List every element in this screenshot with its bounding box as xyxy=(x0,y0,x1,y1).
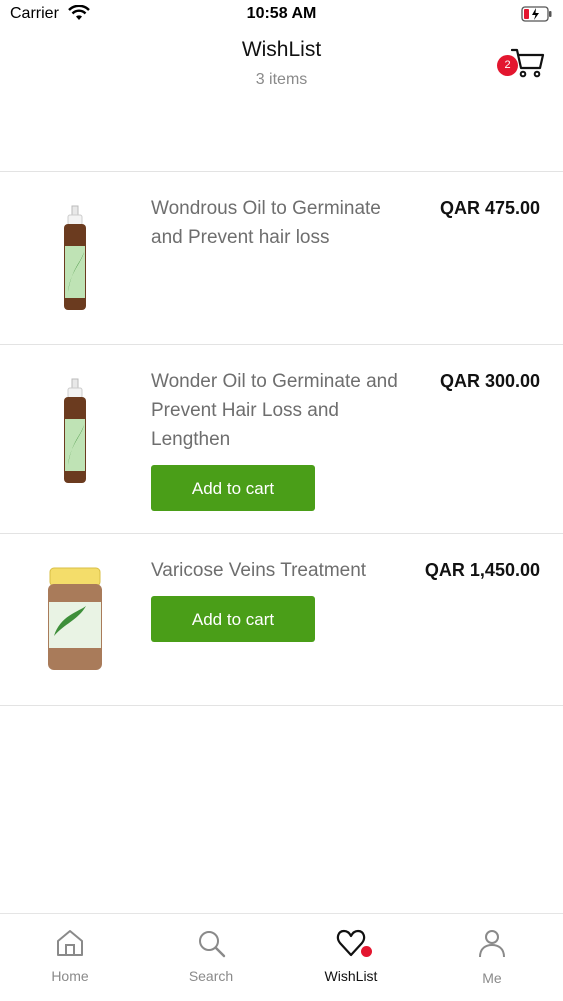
product-price: QAR 1,450.00 xyxy=(424,560,540,580)
add-to-cart-button[interactable]: Add to cart xyxy=(151,596,315,642)
product-name[interactable]: Wonder Oil to Germinate and Prevent Hair… xyxy=(151,367,416,454)
product-name[interactable]: Varicose Veins Treatment xyxy=(151,556,416,585)
person-icon xyxy=(479,930,505,958)
tab-label: Home xyxy=(51,968,89,984)
wishlist-item[interactable]: Varicose Veins Treatment QAR 1,450.00 Ad… xyxy=(0,534,563,706)
tab-label: Me xyxy=(482,970,502,986)
tab-label: WishList xyxy=(324,968,378,984)
status-time: 10:58 AM xyxy=(246,5,317,22)
product-price: QAR 300.00 xyxy=(439,371,540,391)
search-icon xyxy=(199,931,226,958)
divider xyxy=(0,705,563,706)
product-image[interactable] xyxy=(30,375,120,487)
product-image[interactable] xyxy=(30,202,120,314)
home-icon xyxy=(57,930,83,956)
add-to-cart-button[interactable]: Add to cart xyxy=(151,465,315,511)
status-bar: Carrier 10:58 AM xyxy=(0,0,563,30)
battery-icon xyxy=(521,6,553,27)
page-title: WishList xyxy=(241,38,322,61)
wishlist-item[interactable]: Wondrous Oil to Germinate and Prevent ha… xyxy=(0,172,563,344)
wishlist-item[interactable]: Wonder Oil to Germinate and Prevent Hair… xyxy=(0,345,563,533)
product-price: QAR 475.00 xyxy=(439,198,540,218)
tab-search[interactable]: Search xyxy=(141,914,281,1001)
tab-wishlist[interactable]: WishList xyxy=(281,914,421,1001)
item-count: 3 items xyxy=(255,71,308,88)
cart-count-badge: 2 xyxy=(497,55,518,76)
notification-dot xyxy=(361,946,372,957)
product-image[interactable] xyxy=(30,566,120,676)
tab-bar: Home Search WishList Me xyxy=(0,913,563,1001)
tab-me[interactable]: Me xyxy=(422,914,562,1001)
tab-label: Search xyxy=(188,968,234,984)
product-name[interactable]: Wondrous Oil to Germinate and Prevent ha… xyxy=(151,194,416,252)
tab-home[interactable]: Home xyxy=(0,914,140,1001)
